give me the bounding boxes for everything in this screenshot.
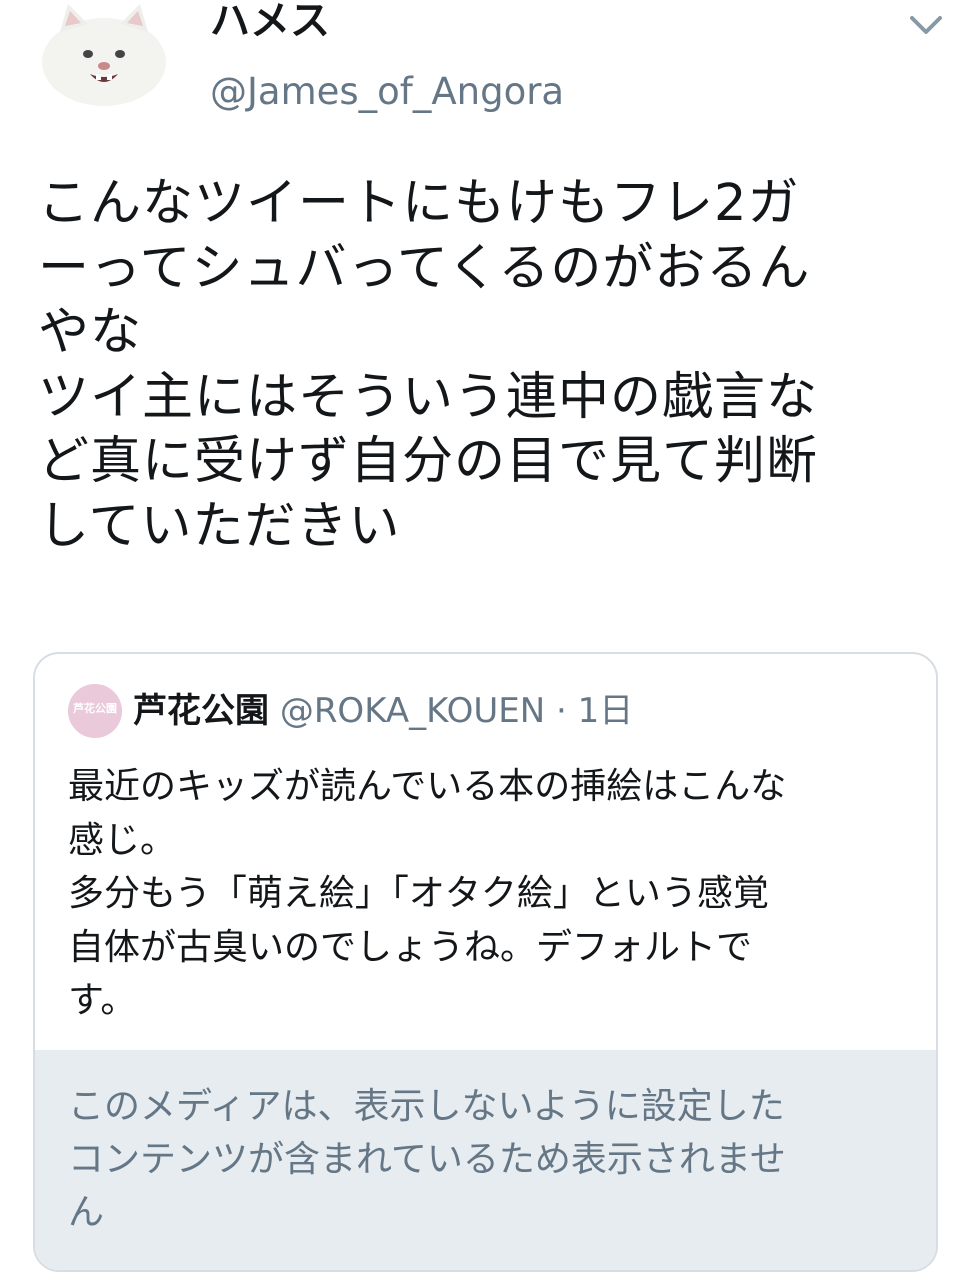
quoted-tweet[interactable]: 芦花公園 芦花公園 @ROKA_KOUEN · 1日 最近のキッズが読んでいる本…	[33, 652, 938, 1272]
quoted-author-handle[interactable]: @ROKA_KOUEN	[280, 691, 545, 731]
tweet-card: ハメス @James_of_Angora こんなツイートにもけもフレ2ガ ーって…	[0, 0, 972, 1272]
quoted-author-name[interactable]: 芦花公園	[133, 691, 269, 731]
sensitive-media-notice[interactable]: このメディアは、表示しないように設定した コンテンツが含まれているため表示されま…	[35, 1050, 936, 1270]
quoted-tweet-time[interactable]: 1日	[578, 691, 634, 731]
media-notice-text: このメディアは、表示しないように設定した コンテンツが含まれているため表示されま…	[68, 1086, 786, 1233]
author-avatar[interactable]	[38, 2, 170, 108]
author-handle[interactable]: @James_of_Angora	[210, 68, 564, 116]
quoted-tweet-header: 芦花公園 @ROKA_KOUEN · 1日	[133, 688, 633, 734]
author-display-name[interactable]: ハメス	[210, 0, 330, 46]
white-cat-avatar-icon	[42, 4, 166, 106]
chevron-down-icon[interactable]	[906, 10, 946, 40]
separator-dot: ·	[555, 691, 567, 731]
avatar-logo-text: 芦花公園	[73, 702, 117, 715]
quoted-author-avatar[interactable]: 芦花公園	[68, 684, 122, 738]
tweet-text: こんなツイートにもけもフレ2ガ ーってシュバってくるのがおるん やな ツイ主には…	[38, 174, 819, 556]
quoted-tweet-text: 最近のキッズが読んでいる本の挿絵はこんな 感じ。 多分もう「萌え絵」「オタク絵」…	[68, 766, 787, 1021]
